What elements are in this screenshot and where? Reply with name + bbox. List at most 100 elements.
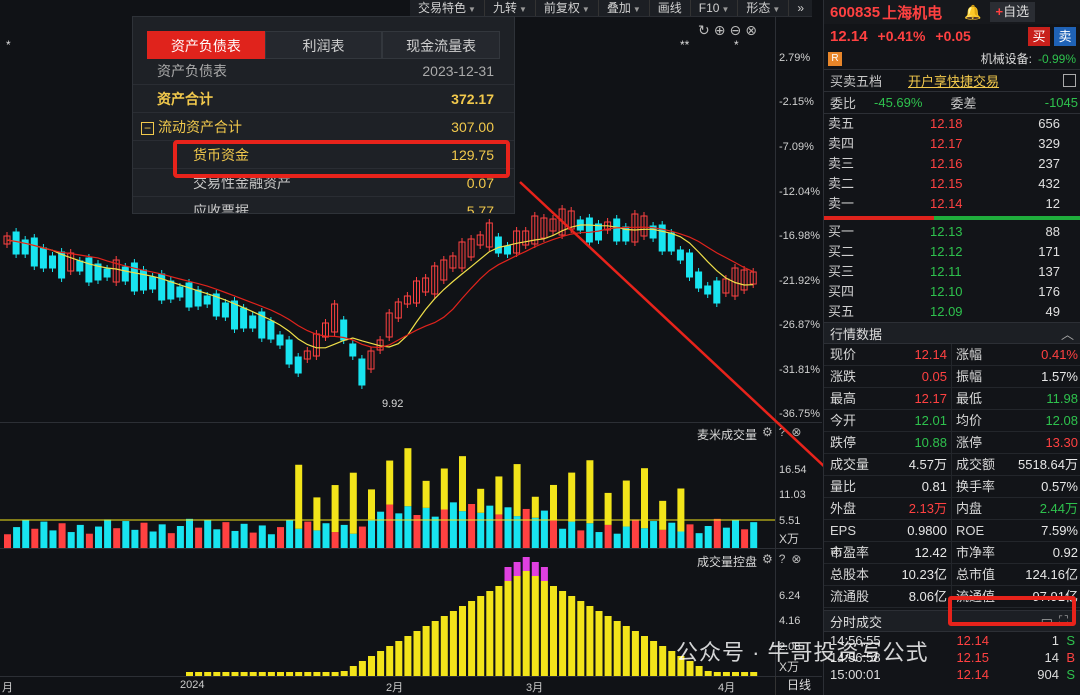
date-label: 2月	[386, 682, 404, 694]
ask-row[interactable]: 卖三 12.16 237	[824, 154, 1080, 174]
quote-section-title[interactable]: 行情数据 ︿	[824, 322, 1080, 344]
ask-row[interactable]: 卖二 12.15 432	[824, 174, 1080, 194]
tab-income-statement[interactable]: 利润表	[264, 31, 383, 59]
quote-row: 总股本 10.23亿 总市值 124.16亿	[824, 564, 1080, 586]
quote-key: 外盘	[830, 501, 857, 516]
quote-key: 最低	[956, 391, 983, 406]
volume-bar	[222, 522, 230, 548]
volume-highlight-bar	[459, 456, 466, 512]
candle-body	[203, 295, 211, 305]
quote-key: 成交量	[830, 457, 870, 472]
quote-panel: 600835 上海机电 🔔 +自选 12.14 +0.41% +0.05 买 卖…	[823, 0, 1080, 695]
quote-value: 13.30	[1045, 435, 1078, 450]
quote-key: 现价	[830, 347, 857, 362]
control-top-bar	[522, 557, 530, 571]
ask-volume: 12	[1045, 196, 1060, 211]
bid-row[interactable]: 买二 12.12 171	[824, 242, 1080, 262]
control-bar	[513, 576, 521, 676]
axis-label: -36.75%	[779, 408, 820, 420]
toolbar-jiuzhuan[interactable]: 九转 ▼	[485, 0, 536, 16]
quote-key: 成交额	[956, 457, 996, 472]
sector-row[interactable]: R 机械设备: -0.99%	[824, 48, 1080, 70]
control-bar	[486, 591, 494, 676]
ask-label: 卖五	[828, 116, 855, 131]
star-marker: *	[6, 38, 11, 52]
tab-cashflow[interactable]: 现金流量表	[382, 31, 501, 59]
fast-trade-link[interactable]: 开户享快捷交易	[908, 71, 999, 90]
buy-button[interactable]: 买	[1028, 26, 1050, 46]
quote-row: 成交量 4.57万 成交额 5518.64万	[824, 454, 1080, 476]
bid-price: 12.09	[930, 304, 963, 319]
toolbar-draw[interactable]: 画线	[650, 0, 691, 16]
control-bar	[477, 596, 485, 676]
control-bar	[568, 596, 576, 676]
control-bar	[522, 571, 530, 676]
candle-body	[585, 217, 593, 243]
control-top-bar	[504, 567, 512, 581]
volume-bar	[650, 521, 658, 548]
popup-row-notes-receivable: 应收票据 5.77	[133, 197, 514, 213]
control-bar	[440, 616, 448, 676]
chevron-up-icon[interactable]: ︿	[1061, 324, 1074, 343]
control-bar	[358, 661, 366, 676]
low-price-marker: 9.92	[382, 398, 404, 410]
chart-controls[interactable]: ↻⊕⊖⊗	[698, 22, 761, 39]
tab-balance-sheet[interactable]: 资产负债表	[147, 31, 265, 59]
quote-value: 12.01	[869, 410, 952, 431]
axis-label: 5.51	[779, 515, 801, 527]
quote-value: 0.9800	[869, 520, 952, 541]
popup-tabs: 资产负债表 利润表 现金流量表	[133, 17, 514, 59]
bid-row[interactable]: 买三 12.11 137	[824, 262, 1080, 282]
volume-bar	[295, 528, 303, 548]
quote-row: EPS ④ 0.9800 ROE 7.59%	[824, 520, 1080, 560]
candle-body	[12, 231, 20, 255]
candle-body	[713, 280, 721, 304]
bid-price: 12.13	[930, 224, 963, 239]
control-bar	[395, 641, 403, 676]
tick-side: S	[1066, 633, 1075, 648]
period-button[interactable]: 日线	[775, 676, 822, 695]
bid-price: 12.10	[930, 284, 963, 299]
toolbar-overlay[interactable]: 叠加 ▼	[599, 0, 650, 16]
expand-icon[interactable]	[1063, 74, 1076, 87]
buy-sell-ratio-bar	[824, 216, 1080, 220]
volume-bar	[13, 527, 21, 548]
toolbar-f10[interactable]: F10 ▼	[691, 0, 739, 16]
volume-bar	[331, 532, 339, 548]
ask-price: 12.14	[930, 196, 963, 211]
popup-row-current-assets[interactable]: − 流动资产合计 307.00	[133, 113, 514, 141]
ask-row[interactable]: 卖五 12.18 656	[824, 114, 1080, 134]
volume-highlight-bar	[641, 468, 648, 529]
volume-bar	[595, 532, 603, 548]
volume-highlight-bar	[677, 488, 685, 532]
bid-row[interactable]: 买四 12.10 176	[824, 282, 1080, 302]
volume-highlight-bar	[659, 500, 667, 530]
control-bar	[540, 581, 548, 676]
bell-icon[interactable]: 🔔	[964, 4, 981, 21]
collapse-icon[interactable]: −	[141, 122, 154, 135]
add-watchlist-button[interactable]: +自选	[989, 2, 1036, 22]
toolbar-trade-feature[interactable]: 交易特色 ▼	[410, 0, 485, 16]
sell-button[interactable]: 卖	[1054, 26, 1076, 46]
volume-bar	[540, 510, 548, 548]
axis-label: 2.79%	[779, 52, 811, 64]
chart-toolbar: 交易特色 ▼ 九转 ▼ 前复权 ▼ 叠加 ▼ 画线 F10 ▼ 形态 ▼ »	[410, 0, 812, 17]
volume-bar	[577, 530, 585, 548]
bid-row[interactable]: 买五 12.09 49	[824, 302, 1080, 322]
quote-key: 内盘	[956, 501, 983, 516]
ask-row[interactable]: 卖一 12.14 12	[824, 194, 1080, 214]
control-bar	[422, 626, 430, 676]
current-price: 12.14	[830, 27, 868, 45]
volume-axis: 16.54 11.03 5.51 X万	[775, 422, 822, 548]
quote-key: ROE	[956, 523, 985, 538]
toolbar-adjust[interactable]: 前复权 ▼	[536, 0, 599, 16]
bid-row[interactable]: 买一 12.13 88	[824, 222, 1080, 242]
weicha-label: 委差	[950, 96, 977, 111]
volume-bar	[213, 529, 221, 548]
bid-list: 买一 12.13 88 买二 12.12 171 买三 12.11 137 买四 12.10 176 买…	[824, 222, 1080, 322]
ask-row[interactable]: 卖四 12.17 329	[824, 134, 1080, 154]
bid-volume: 176	[1038, 284, 1060, 299]
candle-body	[140, 269, 147, 291]
quote-value: 12.17	[869, 388, 952, 409]
price-axis: 2.79% -2.15% -7.09% -12.04% -16.98% -21.…	[775, 0, 822, 422]
